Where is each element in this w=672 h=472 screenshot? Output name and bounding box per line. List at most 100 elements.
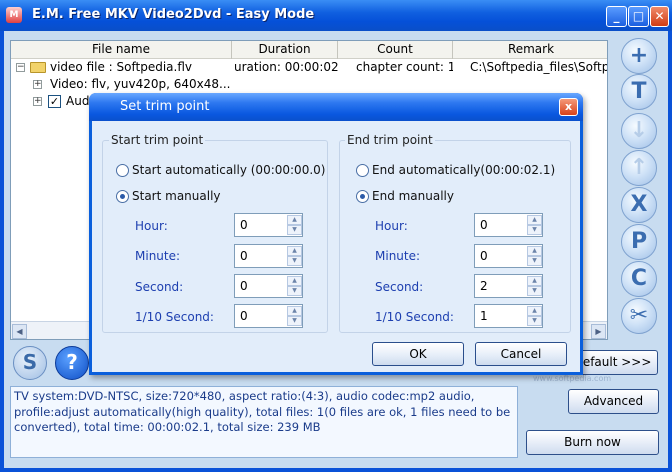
p-button[interactable]: P: [621, 224, 657, 260]
end-minute-spinner[interactable]: 0 ▲ ▼: [474, 244, 543, 268]
c-icon: C: [630, 266, 648, 291]
c-button[interactable]: C: [621, 261, 657, 297]
spin-down-icon[interactable]: ▼: [287, 225, 302, 235]
start-auto-label[interactable]: Start automatically (00:00:00.0): [132, 163, 325, 177]
remove-button[interactable]: X: [621, 187, 657, 223]
spin-up-icon[interactable]: ▲: [527, 276, 542, 286]
add-file-button[interactable]: +: [621, 38, 657, 74]
expand-icon[interactable]: +: [33, 97, 42, 106]
spin-up-icon[interactable]: ▲: [287, 215, 302, 225]
p-icon: P: [630, 229, 648, 254]
end-manual-radio[interactable]: [356, 190, 369, 203]
spin-down-icon[interactable]: ▼: [287, 256, 302, 266]
spin-down-icon[interactable]: ▼: [527, 256, 542, 266]
column-remark[interactable]: Remark: [453, 41, 607, 59]
spin-up-icon[interactable]: ▲: [527, 306, 542, 316]
end-tenth-spinner[interactable]: 1 ▲ ▼: [474, 304, 543, 328]
trim-dialog: Set trim point x Start trim point Start …: [89, 93, 583, 375]
scissors-icon: ✂: [629, 303, 649, 328]
spin-up-icon[interactable]: ▲: [287, 246, 302, 256]
help-icon: ?: [66, 350, 78, 374]
start-manual-label[interactable]: Start manually: [132, 189, 221, 203]
spin-down-icon[interactable]: ▼: [527, 286, 542, 296]
start-tenth-spinner[interactable]: 0 ▲ ▼: [234, 304, 303, 328]
end-tenth-label: 1/10 Second:: [375, 310, 454, 324]
end-tenth-value: 1: [480, 309, 488, 323]
dialog-title: Set trim point: [120, 99, 210, 114]
end-auto-radio[interactable]: [356, 164, 369, 177]
start-hour-label: Hour:: [135, 219, 168, 233]
end-trim-legend: End trim point: [345, 133, 435, 147]
spin-up-icon[interactable]: ▲: [527, 246, 542, 256]
scroll-left-icon[interactable]: ◀: [12, 324, 27, 339]
title-button[interactable]: T: [621, 74, 657, 110]
window-border-bottom: [0, 468, 672, 472]
start-tenth-label: 1/10 Second:: [135, 310, 214, 324]
start-auto-radio[interactable]: [116, 164, 129, 177]
spin-up-icon[interactable]: ▲: [287, 306, 302, 316]
folder-icon: [30, 62, 46, 73]
ok-button[interactable]: OK: [372, 342, 464, 366]
plus-icon: +: [629, 43, 649, 68]
duration-cell: uration: 00:00:02.1: [234, 60, 338, 74]
end-manual-label[interactable]: End manually: [372, 189, 454, 203]
close-button[interactable]: ✕: [650, 6, 669, 27]
spin-down-icon[interactable]: ▼: [287, 316, 302, 326]
start-minute-value: 0: [240, 249, 248, 263]
s-icon: S: [22, 350, 38, 374]
end-minute-label: Minute:: [375, 249, 421, 263]
trim-button[interactable]: ✂: [621, 298, 657, 334]
end-second-value: 2: [480, 279, 488, 293]
column-file-name[interactable]: File name: [11, 41, 232, 59]
end-second-label: Second:: [375, 280, 424, 294]
grid-header: File name Duration Count Remark: [11, 41, 607, 59]
move-up-button[interactable]: ↑: [621, 150, 657, 186]
scroll-right-icon[interactable]: ▶: [591, 324, 606, 339]
remark-cell: C:\Softpedia_files\Softp: [470, 60, 608, 74]
burn-now-button[interactable]: Burn now: [526, 430, 659, 455]
table-row[interactable]: + Video: flv, yuv420p, 640x48...: [11, 76, 607, 93]
arrow-down-icon: ↓: [629, 118, 649, 143]
title-bar: M E.M. Free MKV Video2Dvd - Easy Mode _ …: [0, 0, 672, 31]
start-hour-spinner[interactable]: 0 ▲ ▼: [234, 213, 303, 237]
start-manual-radio[interactable]: [116, 190, 129, 203]
end-hour-value: 0: [480, 218, 488, 232]
x-icon: X: [630, 192, 648, 217]
dialog-close-button[interactable]: x: [559, 98, 578, 116]
text-t-icon: T: [631, 79, 647, 104]
spin-down-icon[interactable]: ▼: [287, 286, 302, 296]
video-stream-cell: Video: flv, yuv420p, 640x48...: [50, 77, 231, 91]
minimize-button[interactable]: _: [606, 6, 627, 27]
spin-up-icon[interactable]: ▲: [527, 215, 542, 225]
start-minute-label: Minute:: [135, 249, 181, 263]
start-second-spinner[interactable]: 0 ▲ ▼: [234, 274, 303, 298]
table-row[interactable]: − video file : Softpedia.flv uration: 00…: [11, 59, 608, 76]
app-icon: M: [6, 7, 22, 23]
help-button[interactable]: ?: [55, 346, 89, 380]
start-minute-spinner[interactable]: 0 ▲ ▼: [234, 244, 303, 268]
spin-up-icon[interactable]: ▲: [287, 276, 302, 286]
advanced-button[interactable]: Advanced: [568, 389, 659, 414]
collapse-icon[interactable]: −: [16, 63, 25, 72]
end-second-spinner[interactable]: 2 ▲ ▼: [474, 274, 543, 298]
end-auto-label[interactable]: End automatically(00:00:02.1): [372, 163, 555, 177]
watermark: www.softpedia.com: [533, 374, 612, 383]
column-count[interactable]: Count: [338, 41, 453, 59]
start-second-value: 0: [240, 279, 248, 293]
close-icon: x: [564, 100, 573, 113]
cancel-button[interactable]: Cancel: [475, 342, 567, 366]
s-button[interactable]: S: [13, 346, 47, 380]
expand-icon[interactable]: +: [33, 80, 42, 89]
audio-checkbox[interactable]: ✓: [48, 95, 61, 108]
maximize-button[interactable]: □: [628, 6, 649, 27]
column-duration[interactable]: Duration: [232, 41, 338, 59]
end-hour-spinner[interactable]: 0 ▲ ▼: [474, 213, 543, 237]
start-second-label: Second:: [135, 280, 184, 294]
end-hour-label: Hour:: [375, 219, 408, 233]
arrow-up-icon: ↑: [629, 155, 649, 180]
spin-down-icon[interactable]: ▼: [527, 316, 542, 326]
move-down-button[interactable]: ↓: [621, 113, 657, 149]
start-hour-value: 0: [240, 218, 248, 232]
window-border-right: [668, 31, 672, 472]
spin-down-icon[interactable]: ▼: [527, 225, 542, 235]
